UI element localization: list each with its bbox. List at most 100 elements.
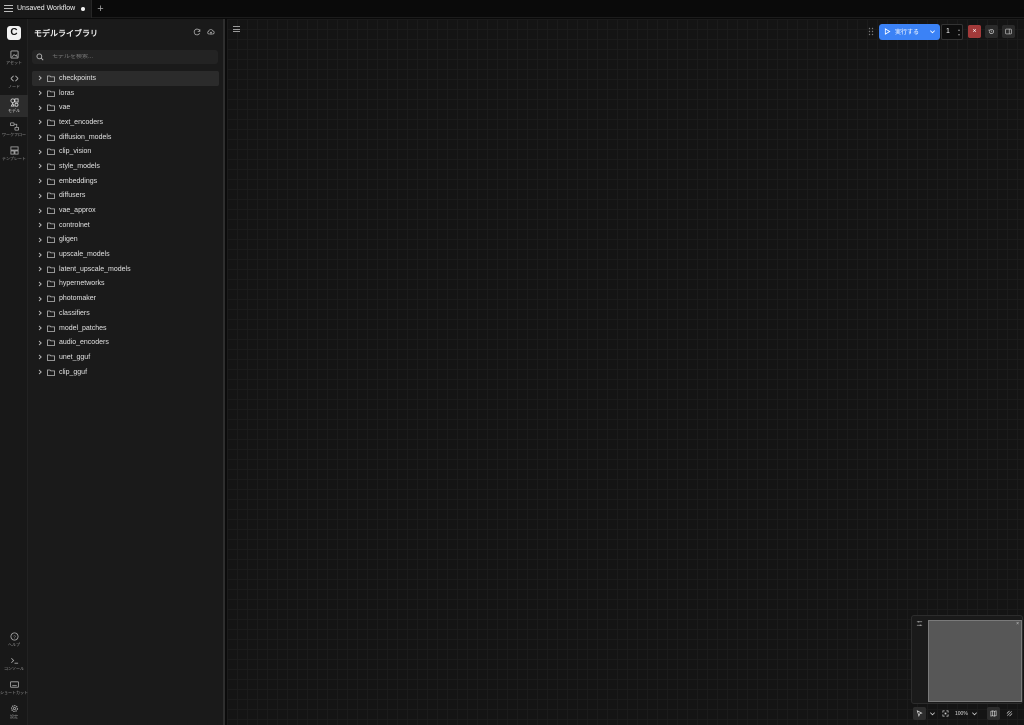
folder-item-gligen[interactable]: gligen <box>32 233 219 248</box>
folder-tree: checkpoints loras vae text_encoders diffusio… <box>32 71 219 379</box>
folder-item-diffusion-models[interactable]: diffusion_models <box>32 130 219 145</box>
new-tab-button[interactable]: + <box>97 0 103 18</box>
chevron-right-icon[interactable] <box>37 369 43 375</box>
canvas-menu-icon[interactable] <box>233 26 240 32</box>
folder-item-clip-vision[interactable]: clip_vision <box>32 144 219 159</box>
chevron-right-icon[interactable] <box>37 296 43 302</box>
stepper-arrows-icon[interactable]: ▴ ▾ <box>958 27 960 37</box>
chevron-right-icon[interactable] <box>37 163 43 169</box>
chevron-right-icon[interactable] <box>37 237 43 243</box>
folder-item-diffusers[interactable]: diffusers <box>32 189 219 204</box>
minimap-close-icon[interactable]: × <box>1016 621 1019 627</box>
zoom-level[interactable]: 100% <box>955 711 968 717</box>
folder-name: controlnet <box>59 221 90 229</box>
tab-unsaved-workflow[interactable]: Unsaved Workflow <box>0 0 93 18</box>
folder-item-loras[interactable]: loras <box>32 86 219 101</box>
folder-name: style_models <box>59 162 100 170</box>
select-tool-button[interactable] <box>913 707 926 720</box>
fit-view-button[interactable] <box>939 707 952 720</box>
chevron-right-icon[interactable] <box>37 134 43 140</box>
rail-label-shortcuts: ショートカット <box>0 690 28 695</box>
folder-item-hypernetworks[interactable]: hypernetworks <box>32 277 219 292</box>
folder-name: classifiers <box>59 309 90 317</box>
app-logo[interactable]: C <box>7 26 21 40</box>
chevron-right-icon[interactable] <box>37 149 43 155</box>
history-button[interactable] <box>985 25 998 38</box>
tool-dropdown-button[interactable] <box>926 707 939 720</box>
folder-item-vae[interactable]: vae <box>32 100 219 115</box>
rail-item-assets[interactable]: アセット <box>0 47 28 69</box>
folder-item-audio-encoders[interactable]: audio_encoders <box>32 335 219 350</box>
folder-item-classifiers[interactable]: classifiers <box>32 306 219 321</box>
chevron-right-icon[interactable] <box>37 310 43 316</box>
minimap[interactable]: × <box>911 615 1023 704</box>
folder-item-latent-upscale-models[interactable]: latent_upscale_models <box>32 262 219 277</box>
hamburger-icon[interactable] <box>4 4 13 13</box>
folder-item-text-encoders[interactable]: text_encoders <box>32 115 219 130</box>
folder-name: loras <box>59 89 75 97</box>
folder-item-checkpoints[interactable]: checkpoints <box>32 71 219 86</box>
workflow-canvas[interactable] <box>227 19 1024 725</box>
folder-item-photomaker[interactable]: photomaker <box>32 291 219 306</box>
folder-item-unet-gguf[interactable]: unet_gguf <box>32 350 219 365</box>
folder-name: model_patches <box>59 324 107 332</box>
minimap-viewport[interactable]: × <box>928 620 1022 702</box>
folder-item-upscale-models[interactable]: upscale_models <box>32 247 219 262</box>
chevron-right-icon[interactable] <box>37 208 43 214</box>
folder-item-clip-gguf[interactable]: clip_gguf <box>32 365 219 380</box>
toggle-panel-button[interactable] <box>1002 25 1015 38</box>
rail-item-nodes[interactable]: ノード <box>0 71 28 93</box>
folder-item-embeddings[interactable]: embeddings <box>32 174 219 189</box>
queue-count-input[interactable] <box>946 28 954 35</box>
chevron-right-icon[interactable] <box>37 178 43 184</box>
chevron-right-icon[interactable] <box>37 340 43 346</box>
folder-name: embeddings <box>59 177 98 185</box>
model-search-input[interactable] <box>52 54 212 60</box>
gear-icon <box>10 704 18 713</box>
folder-name: checkpoints <box>59 74 96 82</box>
chevron-down-icon[interactable] <box>929 28 936 35</box>
rail-label-console: コンソール <box>4 666 24 671</box>
rail-item-settings[interactable]: 設定 <box>0 701 28 723</box>
folder-icon <box>47 148 55 156</box>
chevron-right-icon[interactable] <box>37 75 43 81</box>
folder-item-vae-approx[interactable]: vae_approx <box>32 203 219 218</box>
refresh-icon[interactable] <box>193 28 201 36</box>
rail-item-help[interactable]: ? ヘルプ <box>0 629 28 651</box>
chevron-right-icon[interactable] <box>37 281 43 287</box>
rail-item-shortcuts[interactable]: ショートカット <box>0 677 28 699</box>
queue-count-stepper[interactable]: ▴▾ <box>941 23 963 40</box>
folder-item-model-patches[interactable]: model_patches <box>32 321 219 336</box>
rail-item-workflows[interactable]: ワークフロー <box>0 119 28 141</box>
chevron-right-icon[interactable] <box>37 325 43 331</box>
folder-item-controlnet[interactable]: controlnet <box>32 218 219 233</box>
rail-label-assets: アセット <box>6 60 22 65</box>
chevron-right-icon[interactable] <box>37 193 43 199</box>
drag-handle-icon[interactable] <box>868 27 874 36</box>
rail-item-console[interactable]: コンソール <box>0 653 28 675</box>
stop-button[interactable]: × <box>968 25 981 38</box>
model-icon <box>9 98 19 107</box>
chevron-right-icon[interactable] <box>37 222 43 228</box>
chevron-right-icon[interactable] <box>37 354 43 360</box>
folder-icon <box>47 325 55 332</box>
chevron-right-icon[interactable] <box>37 119 43 125</box>
folder-name: unet_gguf <box>59 353 91 361</box>
chevron-right-icon[interactable] <box>37 90 43 96</box>
folder-item-style-models[interactable]: style_models <box>32 159 219 174</box>
run-button[interactable]: 実行する <box>879 23 940 40</box>
folder-icon <box>47 339 55 347</box>
zoom-dropdown-button[interactable] <box>968 707 981 720</box>
model-search-box[interactable] <box>32 50 218 64</box>
rail-item-templates[interactable]: テンプレート <box>0 143 28 165</box>
toggle-minimap-button[interactable] <box>986 707 1000 720</box>
cloud-upload-icon[interactable] <box>207 28 215 36</box>
minimap-settings-icon[interactable] <box>916 620 923 627</box>
chevron-right-icon[interactable] <box>37 105 43 111</box>
chevron-right-icon[interactable] <box>37 266 43 272</box>
link-visibility-button[interactable] <box>1003 707 1016 720</box>
rail-label-workflows: ワークフロー <box>2 132 26 137</box>
chevron-down-icon <box>971 712 977 716</box>
rail-item-models[interactable]: モデル <box>0 95 28 117</box>
chevron-right-icon[interactable] <box>37 252 43 258</box>
